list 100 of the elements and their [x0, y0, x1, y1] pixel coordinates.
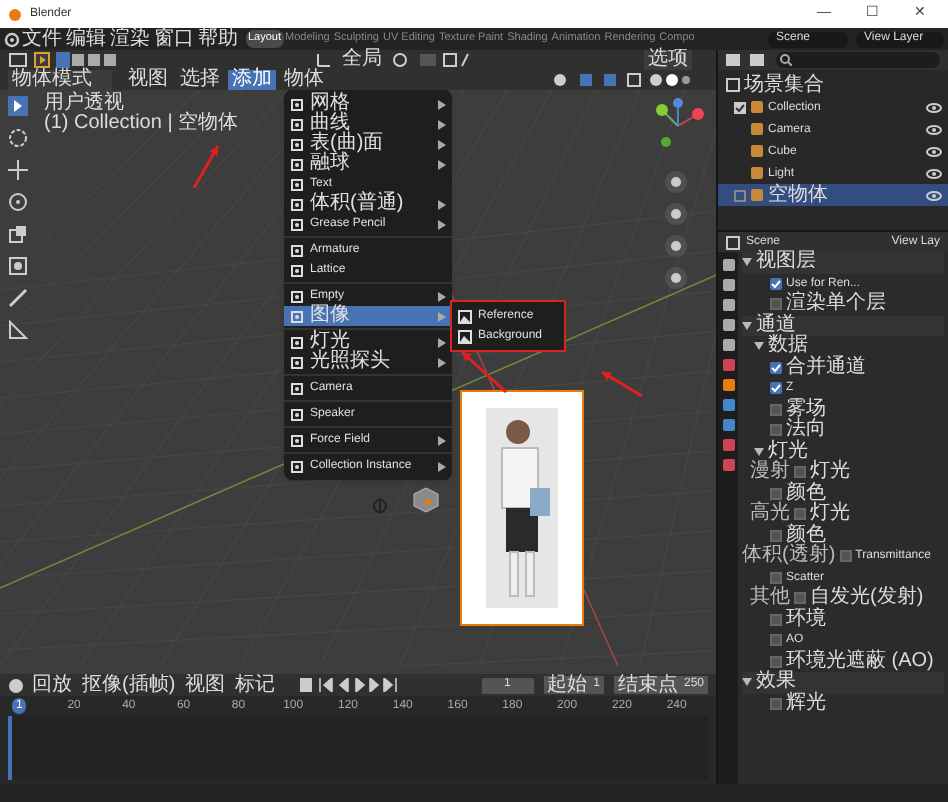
- checkbox[interactable]: [794, 466, 806, 479]
- scale-icon: [6, 222, 30, 246]
- checkbox[interactable]: [794, 508, 806, 521]
- panel-header[interactable]: 灯光: [768, 441, 808, 462]
- panel-header[interactable]: 效果: [756, 672, 796, 693]
- outliner-item[interactable]: 场景集合: [744, 75, 824, 95]
- menu-item[interactable]: 编辑: [64, 29, 108, 49]
- checkbox-label: 灯光: [810, 462, 850, 483]
- object-type-icon: [290, 289, 304, 303]
- collection-icon: [726, 78, 740, 92]
- checkbox-label: 颜色: [786, 525, 826, 546]
- transform-orientation-dropdown[interactable]: 全局: [338, 50, 386, 70]
- menu-item[interactable]: 融球: [284, 154, 452, 174]
- checkbox[interactable]: [770, 529, 782, 542]
- clock-icon: [8, 677, 24, 693]
- outliner-row[interactable]: 空物体: [718, 184, 948, 206]
- menu-item[interactable]: 添加: [228, 70, 276, 90]
- object-type-icon: [290, 381, 304, 395]
- menu-item[interactable]: 抠像(插帧): [80, 675, 178, 695]
- shading-mode-icon: [552, 72, 692, 88]
- snapping-icon: [392, 52, 472, 68]
- cube-drawing: [412, 486, 440, 514]
- panel-header[interactable]: 数据: [768, 336, 808, 357]
- object-type-icon: [290, 217, 304, 231]
- checkbox-label: 颜色: [786, 483, 826, 504]
- menu-item[interactable]: 体积(普通): [284, 194, 452, 214]
- playback-controls-icon: [299, 678, 400, 692]
- checkbox-label: 环境光遮蔽 (AO): [786, 651, 934, 672]
- field-label: 高光: [750, 504, 790, 525]
- menu-item[interactable]: 回放: [30, 675, 74, 695]
- object-type-icon: [290, 355, 304, 369]
- menu-item[interactable]: 选择: [176, 70, 224, 90]
- field-label: 体积(透射): [742, 546, 836, 567]
- menu-item[interactable]: 物体: [280, 70, 328, 90]
- checkbox-label: 合并通道: [786, 357, 866, 378]
- measure-icon: [6, 318, 30, 342]
- menu-item[interactable]: 灯光: [284, 332, 452, 352]
- menu-item[interactable]: 渲染: [108, 29, 152, 49]
- field-label: 其他: [750, 588, 790, 609]
- object-type-icon: [290, 97, 304, 111]
- checkbox[interactable]: [770, 403, 782, 416]
- checkbox-label: 自发光(发射): [810, 588, 924, 609]
- axis-icon: [316, 52, 332, 68]
- viewport-info-text: (1) Collection | 空物体: [44, 114, 239, 134]
- menu-item[interactable]: 窗口: [152, 29, 196, 49]
- checkbox[interactable]: [770, 634, 782, 647]
- menu-item[interactable]: 网格: [284, 94, 452, 114]
- menu-item[interactable]: 视图: [183, 675, 228, 695]
- display-mode-icon: [726, 52, 770, 68]
- eye-icon: [926, 145, 942, 157]
- image-icon: [458, 309, 472, 323]
- search-field[interactable]: [776, 52, 940, 68]
- checkbox-label: 渲染单个层: [786, 294, 886, 315]
- viewport-info-text: 用户透视: [44, 94, 124, 114]
- panel-header[interactable]: 通道: [756, 315, 796, 336]
- checkbox-label: 辉光: [786, 693, 826, 714]
- expand-arrow-icon: [754, 447, 764, 456]
- expand-arrow-icon: [754, 342, 764, 351]
- app-logo-icon: [8, 7, 22, 21]
- object-type-icon: [290, 197, 304, 211]
- checkbox[interactable]: [770, 298, 782, 311]
- checkbox-label: 雾场: [786, 399, 826, 420]
- checkbox[interactable]: [794, 592, 806, 605]
- annotate-icon: [6, 286, 30, 310]
- mode-dropdown[interactable]: 物体模式: [8, 70, 112, 90]
- cursor-icon: [6, 126, 30, 150]
- checkbox[interactable]: [770, 487, 782, 500]
- menu-item[interactable]: 视图: [124, 70, 172, 90]
- object-type-icon: [290, 243, 304, 257]
- expand-arrow-icon: [742, 258, 752, 267]
- eye-icon: [926, 123, 942, 135]
- menu-item[interactable]: 文件: [20, 29, 64, 49]
- checkbox-label: 法向: [786, 420, 826, 441]
- outliner-item-name: 空物体: [768, 185, 828, 205]
- image-icon: [458, 329, 472, 343]
- expand-arrow-icon: [742, 678, 752, 687]
- menu-item[interactable]: 光照探头: [284, 352, 452, 372]
- checkbox[interactable]: [770, 571, 782, 584]
- object-type-icon: [290, 137, 304, 151]
- light-icon: [372, 498, 388, 514]
- object-type-icon: [290, 157, 304, 171]
- editor-type-icon: [726, 235, 740, 249]
- object-type-icon: [290, 407, 304, 421]
- expand-arrow-icon: [742, 321, 752, 330]
- object-type-icon: [290, 263, 304, 277]
- checkbox[interactable]: [770, 697, 782, 710]
- checkbox[interactable]: [770, 655, 782, 668]
- menu-item[interactable]: 图像: [284, 306, 452, 326]
- menu-item[interactable]: 标记: [233, 675, 278, 695]
- menu-item[interactable]: 曲线: [284, 114, 452, 134]
- object-type-icon: [290, 309, 304, 323]
- checkbox[interactable]: [770, 424, 782, 437]
- checkbox[interactable]: [770, 613, 782, 626]
- options-dropdown[interactable]: 选项: [644, 50, 692, 70]
- menu-item[interactable]: 帮助: [196, 29, 240, 49]
- checkbox[interactable]: [839, 550, 852, 563]
- menu-item[interactable]: 表(曲)面: [284, 134, 452, 154]
- transform-icon: [6, 254, 30, 278]
- move-icon: [6, 158, 30, 182]
- object-type-icon: [290, 335, 304, 349]
